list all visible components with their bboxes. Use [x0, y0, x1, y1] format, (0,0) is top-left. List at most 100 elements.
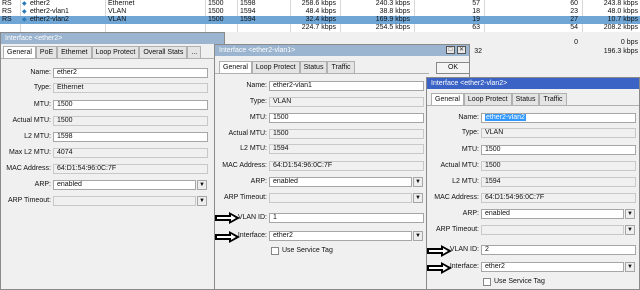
tab-general[interactable]: General: [3, 46, 36, 58]
mtu-label: MTU:: [461, 146, 479, 153]
tab-traffic[interactable]: Traffic: [539, 93, 567, 105]
tab-loop-protect[interactable]: Loop Protect: [91, 46, 140, 58]
fb-cell: 208.2 kbps: [603, 24, 638, 31]
arp-select[interactable]: enabled: [481, 209, 624, 219]
l2mtu-cell: 1594: [240, 16, 256, 23]
use-service-tag-label: Use Service Tag: [494, 278, 545, 285]
close-icon[interactable]: ✕: [457, 46, 466, 54]
l2mtu-label: L2 MTU:: [452, 178, 479, 185]
dropdown-arrow-icon[interactable]: ▼: [413, 231, 423, 241]
fr-cell: 27: [570, 16, 578, 23]
table-row[interactable]: RS ◆ ether2-vlan1 VLAN 1500 1594 48.4 kb…: [0, 8, 640, 16]
window-title[interactable]: Interface <ether2-vlan1>: [215, 45, 469, 56]
interface-label: Interface:: [237, 232, 267, 239]
type-label: Type:: [33, 84, 51, 91]
tab-divider: [1, 58, 224, 59]
mtu-input[interactable]: 1500: [481, 145, 636, 155]
window-title[interactable]: Interface <ether2>: [1, 33, 224, 44]
dropdown-arrow-icon[interactable]: ▼: [625, 209, 635, 219]
type-cell: VLAN: [108, 16, 127, 23]
fr-cell: 54: [570, 24, 578, 31]
vlan-id-input[interactable]: 2: [481, 245, 636, 255]
table-row[interactable]: RS ◆ ether2 Ethernet 1500 1598 258.6 kbp…: [0, 0, 640, 8]
tab-more[interactable]: ...: [187, 46, 202, 58]
tx-cell: 48.4 kbps: [305, 8, 336, 15]
arp-label: ARP:: [34, 181, 51, 188]
fp-cell: 63: [472, 24, 480, 31]
type-cell: VLAN: [108, 8, 127, 15]
type-label: Type:: [461, 129, 479, 136]
type-value: VLAN: [481, 128, 636, 138]
arp-label: ARP:: [250, 178, 267, 185]
tab-status[interactable]: Status: [299, 61, 328, 73]
window-title[interactable]: Interface <ether2-vlan2>: [427, 78, 639, 89]
tab-general[interactable]: General: [431, 93, 464, 105]
selected-text: ether2-vlan2: [485, 114, 526, 121]
dropdown-arrow-icon[interactable]: ▼: [197, 196, 207, 206]
l2mtu-cell: 1598: [240, 0, 256, 7]
name-cell: ether2-vlan1: [30, 8, 69, 15]
tab-ethernet[interactable]: Ethernet: [57, 46, 92, 58]
max-l2mtu-value: 4074: [53, 148, 208, 158]
arp-select[interactable]: enabled: [269, 177, 412, 187]
fp-cell: 19: [472, 16, 480, 23]
name-input[interactable]: ether2: [53, 68, 208, 78]
l2mtu-input[interactable]: 1598: [53, 132, 208, 142]
max-l2mtu-label: Max L2 MTU:: [8, 149, 51, 156]
rx-cell: 169.9 kbps: [375, 16, 410, 23]
arp-timeout-input[interactable]: [481, 225, 624, 235]
mtu-input[interactable]: 1500: [269, 113, 424, 123]
dropdown-arrow-icon[interactable]: ▼: [197, 180, 207, 190]
type-cell: Ethernet: [108, 0, 135, 7]
tab-bar: General Loop Protect Status Traffic: [219, 61, 355, 73]
mtu-label: MTU:: [33, 101, 51, 108]
interface-select[interactable]: ether2: [481, 262, 624, 272]
tab-divider: [427, 105, 639, 106]
interface-select[interactable]: ether2: [269, 231, 412, 241]
flag-cell: RS: [2, 0, 12, 7]
mtu-cell: 1500: [208, 16, 224, 23]
dropdown-arrow-icon[interactable]: ▼: [625, 262, 635, 272]
tab-poe[interactable]: PoE: [35, 46, 58, 58]
tab-traffic[interactable]: Traffic: [327, 61, 355, 73]
tab-status[interactable]: Status: [511, 93, 540, 105]
name-input[interactable]: ether2-vlan1: [269, 81, 424, 91]
fp-cell: 57: [472, 0, 480, 7]
use-service-tag-label: Use Service Tag: [282, 247, 333, 254]
actual-mtu-value: 1500: [53, 116, 208, 126]
arp-timeout-label: ARP Timeout:: [223, 194, 267, 201]
fb-cell: 10.7 kbps: [607, 16, 638, 23]
fr-cell: 0: [574, 39, 578, 46]
arp-timeout-input[interactable]: [53, 196, 196, 206]
table-row-selected[interactable]: RS ◆ ether2-vlan2 VLAN 1500 1594 32.4 kb…: [0, 16, 640, 24]
ok-button[interactable]: OK: [436, 62, 469, 74]
tab-bar: General PoE Ethernet Loop Protect Overall St…: [3, 46, 202, 58]
tab-overall-stats[interactable]: Overall Stats: [139, 46, 188, 58]
dropdown-arrow-icon[interactable]: ▼: [625, 225, 635, 235]
actual-mtu-value: 1500: [269, 129, 424, 139]
fb-cell: 196.3 kbps: [603, 48, 638, 55]
restore-icon[interactable]: □: [446, 46, 455, 54]
tab-general[interactable]: General: [219, 61, 252, 73]
tab-loop-protect[interactable]: Loop Protect: [251, 61, 300, 73]
rx-cell: 254.5 kbps: [375, 24, 410, 31]
arp-timeout-input[interactable]: [269, 193, 412, 203]
fr-cell: 23: [570, 8, 578, 15]
interface-ether2-window: Interface <ether2> General PoE Ethernet Loo…: [0, 32, 225, 290]
actual-mtu-label: Actual MTU:: [440, 162, 479, 169]
tab-loop-protect[interactable]: Loop Protect: [463, 93, 512, 105]
name-input[interactable]: ether2-vlan2: [481, 113, 636, 123]
dropdown-arrow-icon[interactable]: ▼: [413, 177, 423, 187]
interface-icon: ◆: [22, 17, 27, 23]
fr-cell: 60: [570, 0, 578, 7]
arp-select[interactable]: enabled: [53, 180, 196, 190]
mtu-input[interactable]: 1500: [53, 100, 208, 110]
use-service-tag-checkbox[interactable]: [271, 247, 279, 255]
mac-address-value: 64:D1:54:96:0C:7F: [481, 193, 636, 203]
dropdown-arrow-icon[interactable]: ▼: [413, 193, 423, 203]
vlan-id-input[interactable]: 1: [269, 213, 424, 223]
name-label: Name:: [246, 82, 267, 89]
table-row[interactable]: 224.7 kbps 254.5 kbps 63 54 208.2 kbps: [0, 24, 640, 32]
interface-icon: ◆: [22, 9, 27, 15]
use-service-tag-checkbox[interactable]: [483, 278, 491, 286]
